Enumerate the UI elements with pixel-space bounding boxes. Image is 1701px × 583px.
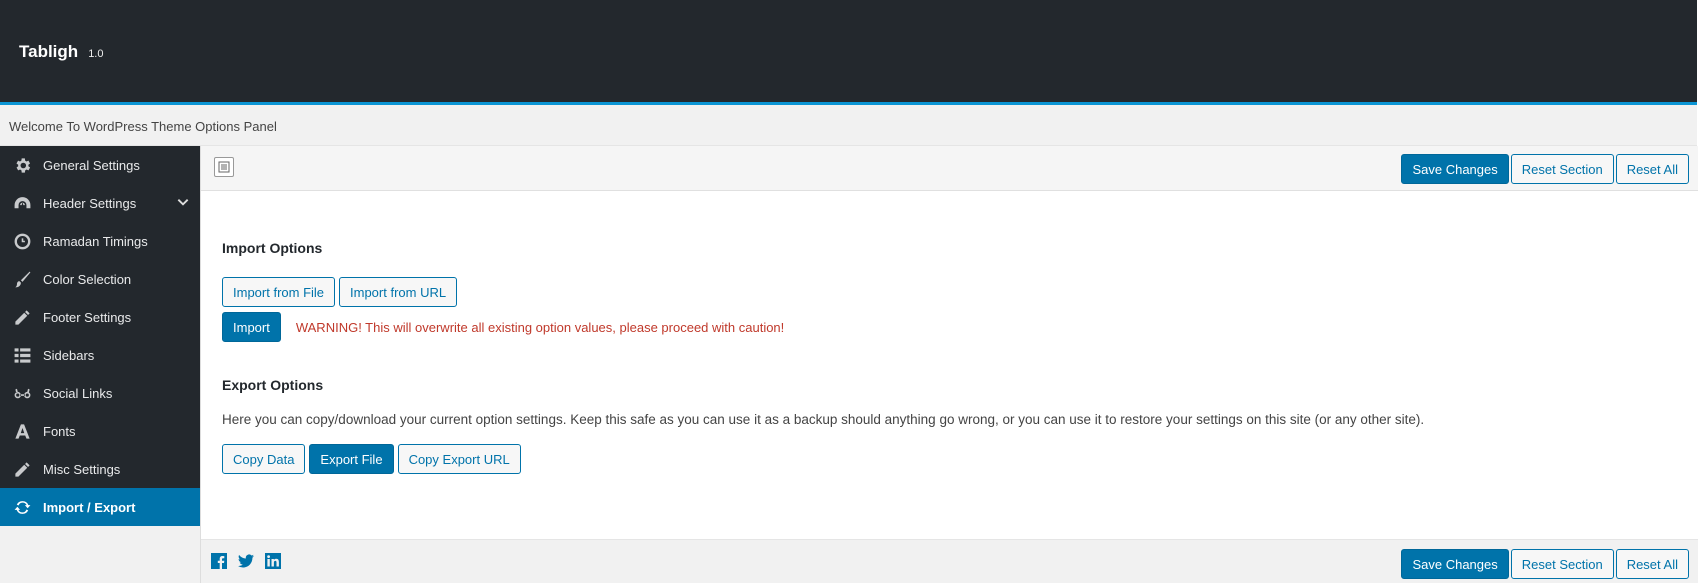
sidebar-item-label: Social Links — [43, 385, 113, 401]
top-action-buttons: Save Changes Reset Section Reset All — [1401, 154, 1689, 184]
save-changes-button[interactable]: Save Changes — [1401, 154, 1509, 184]
import-from-url-button[interactable]: Import from URL — [339, 277, 458, 307]
brand: Tabligh 1.0 — [19, 42, 103, 62]
sidebar: General Settings Header Settings Ramadan… — [0, 146, 200, 583]
reset-section-button[interactable]: Reset Section — [1510, 549, 1614, 579]
sidebar-item-label: Import / Export — [43, 499, 136, 515]
list-icon — [11, 344, 33, 366]
top-header: Tabligh 1.0 — [0, 0, 1697, 105]
gear-icon — [11, 154, 33, 176]
import-button[interactable]: Import — [222, 312, 281, 342]
reset-all-button[interactable]: Reset All — [1615, 154, 1689, 184]
import-from-file-button[interactable]: Import from File — [222, 277, 336, 307]
expand-icon — [218, 161, 230, 173]
sidebar-item-color-selection[interactable]: Color Selection — [0, 260, 200, 298]
sidebar-item-label: Fonts — [43, 423, 76, 439]
copy-data-button[interactable]: Copy Data — [222, 444, 306, 474]
sidebar-item-import-export[interactable]: Import / Export — [0, 488, 200, 526]
sidebar-item-label: Sidebars — [43, 347, 95, 363]
sidebar-item-label: Misc Settings — [43, 461, 121, 477]
brush-icon — [11, 268, 33, 290]
expand-options-button[interactable] — [214, 157, 234, 177]
sidebar-item-footer-settings[interactable]: Footer Settings — [0, 298, 200, 336]
main-panel: Save Changes Reset Section Reset All Imp… — [200, 146, 1698, 583]
glasses-icon — [11, 382, 33, 404]
export-buttons: Copy Data Export File Copy Export URL — [222, 444, 521, 474]
export-file-button[interactable]: Export File — [309, 444, 394, 474]
bottom-toolbar: Save Changes Reset Section Reset All — [201, 539, 1698, 583]
top-toolbar: Save Changes Reset Section Reset All — [201, 146, 1698, 191]
sidebar-nav: General Settings Header Settings Ramadan… — [0, 146, 200, 526]
sidebar-item-label: Header Settings — [43, 195, 137, 211]
twitter-icon[interactable] — [238, 553, 254, 569]
linkedin-icon[interactable] — [265, 553, 281, 569]
refresh-icon — [11, 496, 33, 518]
brand-name: Tabligh — [19, 42, 79, 61]
import-source-buttons: Import from File Import from URL — [222, 277, 458, 307]
welcome-bar: Welcome To WordPress Theme Options Panel — [0, 105, 1697, 146]
save-changes-button[interactable]: Save Changes — [1401, 549, 1509, 579]
import-action-row: Import WARNING! This will overwrite all … — [222, 312, 784, 342]
sidebar-item-label: Footer Settings — [43, 309, 132, 325]
sidebar-item-label: Ramadan Timings — [43, 233, 148, 249]
export-options-title: Export Options — [222, 377, 324, 393]
reset-all-button[interactable]: Reset All — [1615, 549, 1689, 579]
sidebar-item-ramadan-timings[interactable]: Ramadan Timings — [0, 222, 200, 260]
sidebar-item-sidebars[interactable]: Sidebars — [0, 336, 200, 374]
reset-section-button[interactable]: Reset Section — [1510, 154, 1614, 184]
pencil-icon — [11, 306, 33, 328]
sidebar-item-label: Color Selection — [43, 271, 132, 287]
sidebar-item-label: General Settings — [43, 157, 140, 173]
clock-icon — [11, 230, 33, 252]
sidebar-item-social-links[interactable]: Social Links — [0, 374, 200, 412]
welcome-text: Welcome To WordPress Theme Options Panel — [9, 119, 277, 134]
sidebar-item-general-settings[interactable]: General Settings — [0, 146, 200, 184]
facebook-icon[interactable] — [211, 553, 227, 569]
sidebar-item-misc-settings[interactable]: Misc Settings — [0, 450, 200, 488]
copy-export-url-button[interactable]: Copy Export URL — [397, 444, 521, 474]
font-icon — [11, 420, 33, 442]
social-links — [211, 553, 281, 569]
chevron-down-icon[interactable] — [175, 195, 191, 211]
brand-version: 1.0 — [88, 48, 104, 60]
bottom-action-buttons: Save Changes Reset Section Reset All — [1401, 549, 1689, 579]
export-description: Here you can copy/download your current … — [222, 412, 1425, 427]
import-warning: WARNING! This will overwrite all existin… — [295, 319, 785, 335]
import-options-title: Import Options — [222, 240, 323, 256]
sidebar-item-fonts[interactable]: Fonts — [0, 412, 200, 450]
dashboard-icon — [11, 192, 33, 214]
pencil-icon — [11, 458, 33, 480]
sidebar-item-header-settings[interactable]: Header Settings — [0, 184, 200, 222]
